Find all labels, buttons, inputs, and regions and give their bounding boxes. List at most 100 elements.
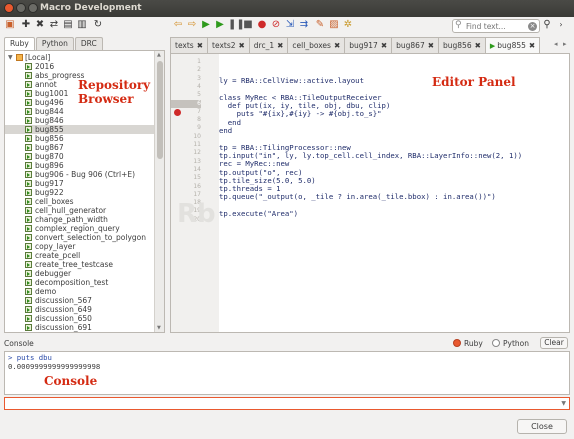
step-in-icon[interactable]: ⇲ (284, 19, 296, 31)
tree-item[interactable]: create_tree_testcase (5, 260, 155, 269)
tree-item[interactable]: discussion_691 (5, 323, 155, 332)
radio-python[interactable]: Python (492, 339, 529, 348)
tree-item[interactable]: convert_selection_to_polygon (5, 233, 155, 242)
tree-item[interactable]: bug870 (5, 152, 155, 161)
tree-item[interactable]: decomposition_test (5, 278, 155, 287)
clear-search-icon[interactable]: × (528, 22, 537, 31)
close-tab-icon[interactable]: ✖ (428, 41, 434, 50)
tree-item[interactable]: change_path_width (5, 215, 155, 224)
run-icon[interactable]: ▶ (200, 19, 212, 31)
tree-item[interactable]: discussion_567 (5, 296, 155, 305)
maximize-window-icon[interactable] (28, 3, 38, 13)
tree-scrollbar[interactable]: ▲ ▼ (154, 51, 164, 332)
minimize-window-icon[interactable] (16, 3, 26, 13)
clear-button[interactable]: Clear (540, 337, 568, 349)
tab-texts2[interactable]: texts2 ✖ (207, 37, 250, 53)
tree-item[interactable]: bug855 (5, 125, 155, 134)
tree-item[interactable]: cell_boxes (5, 197, 155, 206)
properties-icon[interactable]: ▨ (328, 19, 340, 31)
history-dropdown-icon[interactable]: ▼ (561, 400, 566, 407)
save-icon[interactable]: ▤ (62, 19, 74, 31)
close-tab-icon[interactable]: ✖ (529, 41, 535, 50)
tree-item[interactable]: bug896 (5, 161, 155, 170)
tab-drc-1[interactable]: drc_1 ✖ (248, 37, 289, 53)
clear-breakpoints-icon[interactable]: ⊘ (270, 19, 282, 31)
add-icon[interactable]: ✚ (20, 19, 32, 31)
tab-bug867[interactable]: bug867 ✖ (391, 37, 440, 53)
pause-icon[interactable]: ❚❚ (228, 19, 245, 31)
tab-cell-boxes[interactable]: cell_boxes ✖ (287, 37, 346, 53)
collapse-icon[interactable]: ▼ (8, 53, 13, 62)
code-area[interactable]: ly = RBA::CellView::active.layout class M… (219, 69, 522, 218)
back-icon[interactable]: ⇦ (172, 19, 184, 31)
scroll-up-icon[interactable]: ▲ (157, 52, 161, 58)
tab-texts[interactable]: texts ✖ (170, 37, 209, 53)
tab-drc[interactable]: DRC (74, 37, 103, 50)
tab-python[interactable]: Python (35, 37, 74, 50)
breakpoint-icon[interactable]: ● (256, 19, 268, 31)
breakpoint-marker[interactable] (174, 109, 181, 116)
tree-item[interactable]: debugger (5, 269, 155, 278)
close-tab-icon[interactable]: ✖ (239, 41, 245, 50)
tree-item[interactable]: discussion_714 (5, 332, 155, 333)
radio-selected-icon[interactable] (453, 339, 461, 347)
settings-icon[interactable]: ✲ (342, 19, 354, 31)
tree-item[interactable]: create_pcell (5, 251, 155, 260)
tree-item[interactable]: 2016 (5, 62, 155, 71)
delete-icon[interactable]: ✖ (34, 19, 46, 31)
close-button[interactable]: Close (517, 419, 567, 434)
tree-item[interactable]: cell_hull_generator (5, 206, 155, 215)
tree-item[interactable]: discussion_650 (5, 314, 155, 323)
stop-icon[interactable]: ■ (242, 19, 254, 31)
tree-item[interactable]: demo (5, 287, 155, 296)
close-tab-icon[interactable]: ✖ (277, 41, 283, 50)
macro-icon (25, 198, 32, 205)
tree-item-label: bug496 (35, 98, 64, 107)
step-over-icon[interactable]: ⇉ (298, 19, 310, 31)
tree-item[interactable]: bug844 (5, 107, 155, 116)
find-input[interactable] (466, 21, 526, 31)
tree-root[interactable]: ▼ [Local] (5, 53, 155, 62)
find-next-icon[interactable]: › (556, 19, 566, 31)
close-tab-icon[interactable]: ✖ (197, 41, 203, 50)
line-gutter[interactable]: 1 2 3 4 5 6 7 8 9 10 11 12 13 14 15 16 17 18 19 20 Rb (171, 54, 219, 332)
tree-item[interactable]: bug922 (5, 188, 155, 197)
tab-scroll-left-icon[interactable]: ◂ (554, 40, 558, 48)
tab-bug855[interactable]: ▶ bug855 ✖ (484, 37, 541, 53)
macro-icon (25, 225, 32, 232)
editor-panel[interactable]: 1 2 3 4 5 6 7 8 9 10 11 12 13 14 15 16 17 18 19 20 Rb ly = … (170, 53, 570, 333)
scrollbar-thumb[interactable] (157, 61, 163, 159)
find-options-icon[interactable]: ⚲ (542, 19, 552, 31)
close-window-icon[interactable] (4, 3, 14, 13)
run-from-here-icon[interactable]: ▶ (214, 19, 226, 31)
edit-icon[interactable]: ✎ (314, 19, 326, 31)
macro-icon (25, 216, 32, 223)
tree-item[interactable]: bug856 (5, 134, 155, 143)
rename-icon[interactable]: ⇄ (48, 19, 60, 31)
tree-item[interactable]: complex_region_query (5, 224, 155, 233)
tree-item[interactable]: bug846 (5, 116, 155, 125)
line-number: 3 (197, 74, 201, 82)
scroll-down-icon[interactable]: ▼ (157, 325, 161, 331)
new-macro-icon[interactable]: ▣ (4, 19, 16, 31)
save-as-icon[interactable]: ▥ (76, 19, 88, 31)
radio-ruby[interactable]: Ruby (453, 339, 483, 348)
forward-icon[interactable]: ⇨ (186, 19, 198, 31)
tab-bug917[interactable]: bug917 ✖ (344, 37, 393, 53)
close-tab-icon[interactable]: ✖ (381, 41, 387, 50)
close-tab-icon[interactable]: ✖ (334, 41, 340, 50)
find-text-field[interactable]: ⚲ × (452, 19, 540, 33)
console-input[interactable]: ▼ (4, 397, 570, 410)
radio-unselected-icon[interactable] (492, 339, 500, 347)
tree-item[interactable]: discussion_649 (5, 305, 155, 314)
refresh-icon[interactable]: ↻ (92, 19, 104, 31)
tree-item[interactable]: bug906 - Bug 906 (Ctrl+E) (5, 170, 155, 179)
title-bar: Macro Development (0, 0, 574, 17)
tab-bug856[interactable]: bug856 ✖ (438, 37, 486, 53)
tab-ruby[interactable]: Ruby (4, 37, 35, 50)
tree-item[interactable]: copy_layer (5, 242, 155, 251)
tree-item[interactable]: bug867 (5, 143, 155, 152)
tree-item[interactable]: bug917 (5, 179, 155, 188)
tab-scroll-right-icon[interactable]: ▸ (563, 40, 567, 48)
close-tab-icon[interactable]: ✖ (475, 41, 481, 50)
